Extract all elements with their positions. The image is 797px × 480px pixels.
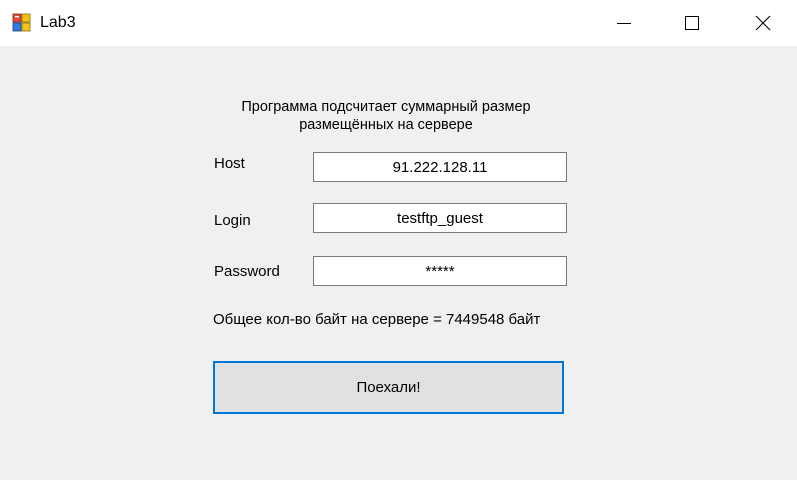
maximize-button[interactable] <box>669 0 715 46</box>
password-label: Password <box>214 263 280 280</box>
go-button[interactable]: Поехали! <box>213 361 564 414</box>
windows-forms-app-icon <box>12 13 31 32</box>
close-icon <box>755 15 771 31</box>
title-bar[interactable]: Lab3 <box>0 0 797 46</box>
close-button[interactable] <box>740 0 786 46</box>
maximize-icon <box>685 16 699 30</box>
minimize-icon <box>617 23 631 24</box>
total-bytes-label: Общее кол-во байт на сервере = 7449548 б… <box>213 311 541 328</box>
app-window: Lab3 Программа подсчитает суммарный разм… <box>0 0 797 480</box>
login-label: Login <box>214 212 251 229</box>
login-input[interactable] <box>313 203 567 233</box>
host-label: Host <box>214 155 245 172</box>
description-label: Программа подсчитает суммарный размер ра… <box>241 99 531 133</box>
form-client-area: Программа подсчитает суммарный размер ра… <box>0 46 797 480</box>
minimize-button[interactable] <box>601 0 647 46</box>
host-input[interactable] <box>313 152 567 182</box>
window-title: Lab3 <box>40 14 76 31</box>
password-input[interactable] <box>313 256 567 286</box>
